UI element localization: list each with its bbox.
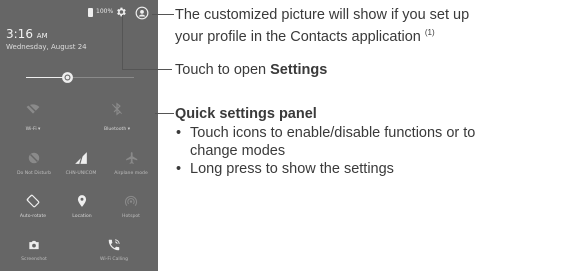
tile-label-location: Location [72, 214, 92, 219]
profile-annotation-line1: The customized picture will show if you … [175, 7, 470, 23]
bullet-dot-2: • [176, 161, 182, 177]
tile-label-signal: CHN-UNICOM [65, 171, 97, 176]
do-not-disturb-icon[interactable] [27, 151, 41, 165]
callout-line-settings [122, 69, 172, 70]
callout-line-quick-settings [155, 113, 174, 114]
settings-annotation: Touch to open Settings [175, 62, 328, 78]
clock-time: 3:16 AM [6, 27, 48, 41]
callout-line-profile [152, 14, 174, 15]
gear-icon[interactable] [115, 6, 127, 18]
bullet1-line1: Touch icons to enable/disable functions … [190, 125, 476, 141]
brightness-slider-fill [26, 77, 64, 78]
wifi-icon[interactable] [26, 102, 40, 116]
bullet-dot-1: • [176, 125, 182, 141]
signal-icon[interactable] [74, 151, 88, 165]
tile-label-airplane: Airplane mode [114, 171, 148, 176]
hotspot-icon[interactable] [124, 194, 138, 208]
bluetooth-icon[interactable] [110, 102, 124, 116]
battery-icon [88, 8, 93, 17]
brightness-icon[interactable] [61, 71, 74, 84]
tile-label-bluetooth: Bluetooth ▾ [103, 127, 131, 132]
auto-rotate-icon[interactable] [26, 194, 40, 208]
quick-settings-screenshot: 100% 3:16 AM Wednesday, August 24 Wi-Fi … [0, 0, 158, 271]
quick-settings-title: Quick settings panel [175, 106, 317, 122]
status-bar: 100% [0, 6, 158, 22]
callout-line-settings-vertical [122, 15, 123, 69]
bullet1-line2: change modes [190, 143, 286, 159]
screenshot-icon[interactable] [27, 238, 41, 252]
tile-label-auto-rotate: Auto-rotate [19, 214, 47, 219]
airplane-icon[interactable] [125, 151, 139, 165]
location-icon[interactable] [75, 194, 89, 208]
tile-label-wifi-calling: Wi-Fi Calling [99, 257, 129, 262]
battery-percentage: 100% [96, 8, 114, 15]
wifi-calling-icon[interactable] [107, 238, 121, 252]
profile-annotation-line2: your profile in the Contacts application… [175, 28, 435, 45]
clock-date: Wednesday, August 24 [6, 43, 87, 51]
tile-label-hotspot: Hotspot [122, 214, 140, 219]
tile-label-wifi: Wi-Fi ▾ [25, 127, 41, 132]
tile-label-screenshot: Screenshot [21, 257, 47, 262]
tile-label-do-not-disturb: Do Not Disturb [16, 171, 52, 176]
profile-icon[interactable] [135, 6, 149, 20]
bullet2-text: Long press to show the settings [190, 161, 394, 177]
